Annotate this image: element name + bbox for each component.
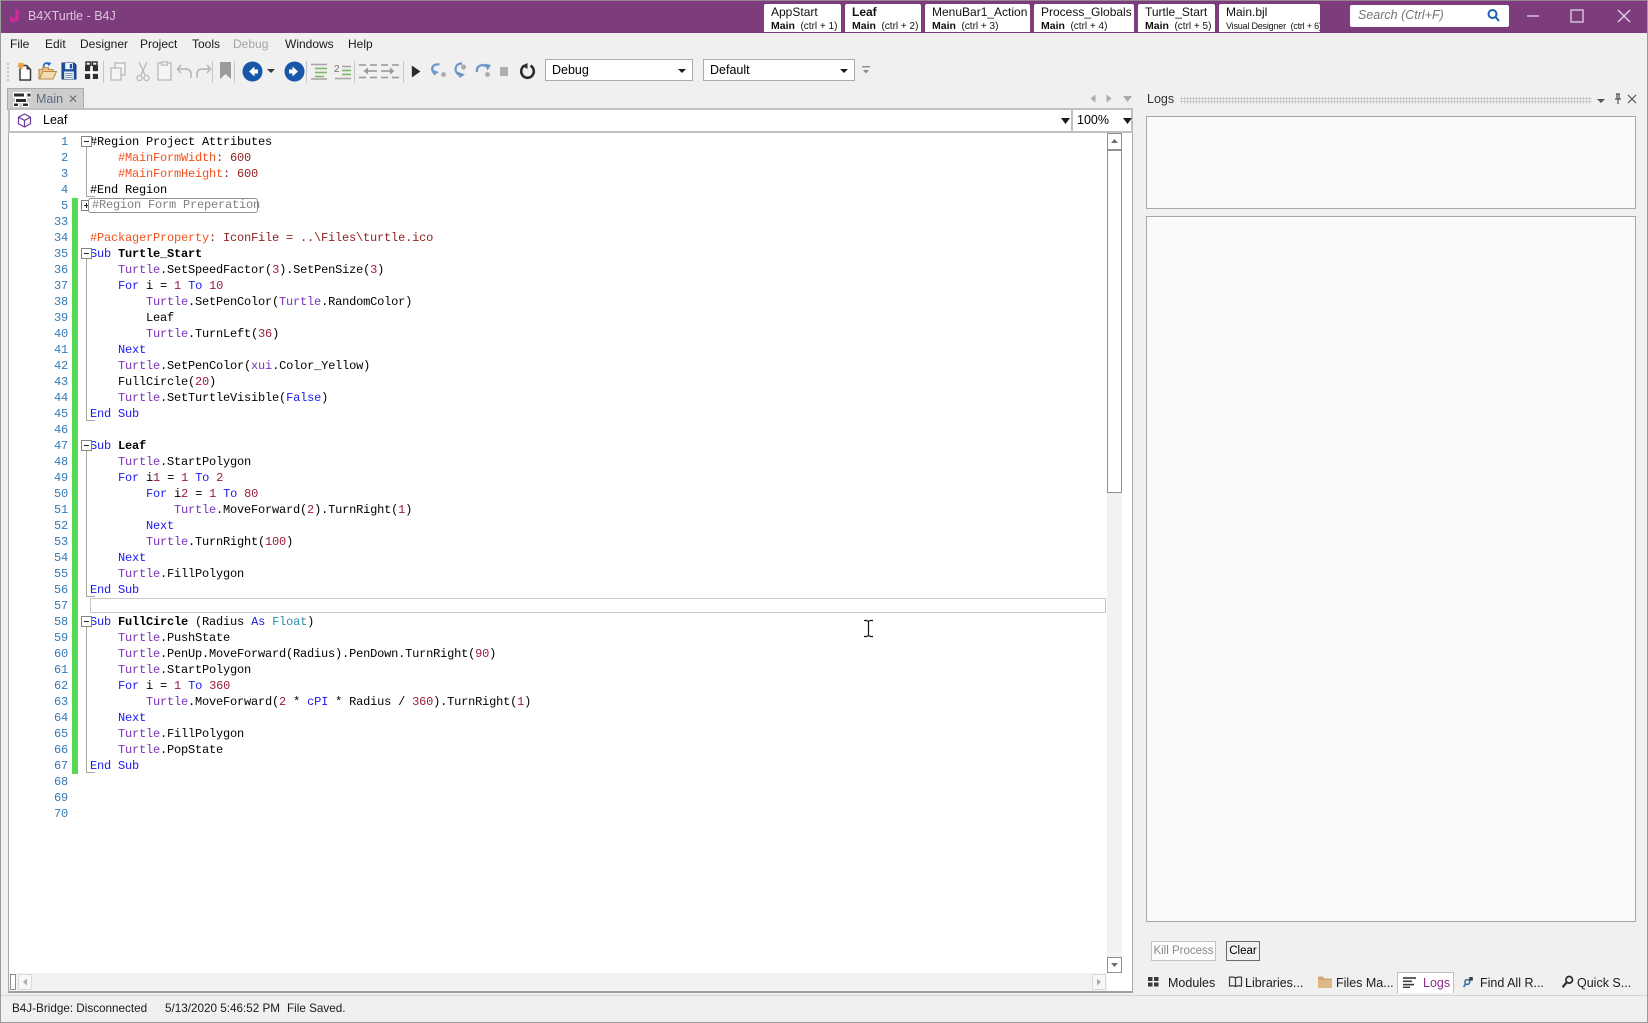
svg-text:2: 2 (334, 64, 340, 75)
